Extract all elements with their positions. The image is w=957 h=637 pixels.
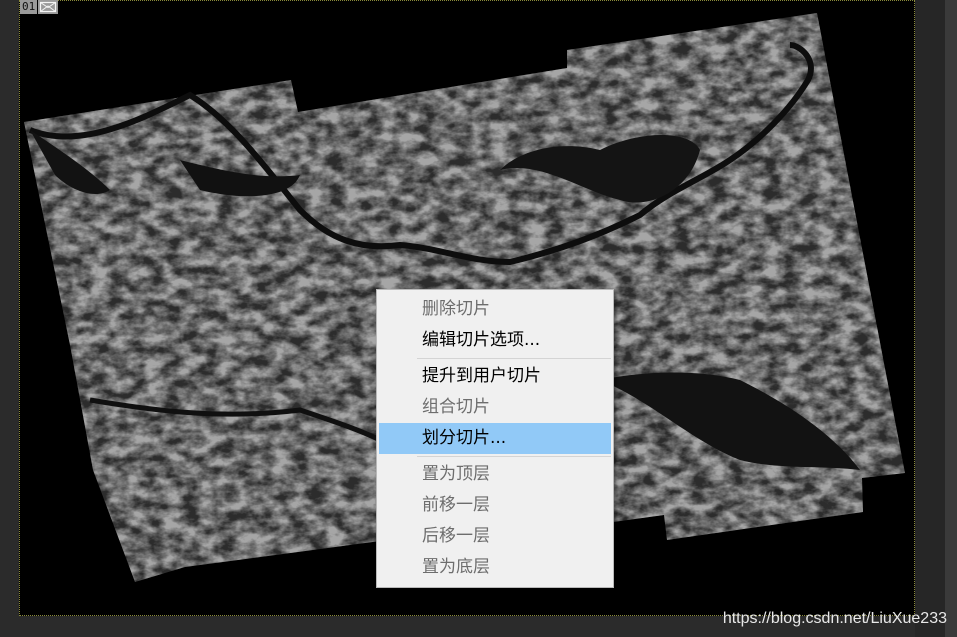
slice-badge[interactable]: 01 bbox=[20, 0, 59, 14]
menu-item[interactable]: 编辑切片选项... bbox=[379, 325, 611, 356]
slice-context-menu: 删除切片编辑切片选项... 提升到用户切片组合切片划分切片... 置为顶层前移一层后… bbox=[376, 289, 614, 588]
menu-item[interactable]: 提升到用户切片 bbox=[379, 361, 611, 392]
menu-item: 置为底层 bbox=[422, 557, 490, 577]
menu-item: 删除切片 bbox=[422, 299, 490, 319]
image-slice-icon bbox=[38, 0, 59, 14]
slice-number: 01 bbox=[20, 0, 38, 14]
menu-item: 后移一层 bbox=[422, 526, 490, 546]
menu-item: 置为顶层 bbox=[422, 464, 490, 484]
menu-item: 前移一层 bbox=[422, 495, 490, 515]
watermark-url: https://blog.csdn.net/LiuXue233 bbox=[722, 610, 947, 627]
menu-separator bbox=[417, 456, 611, 457]
menu-item[interactable]: 划分切片... bbox=[379, 423, 611, 454]
menu-item: 组合切片 bbox=[422, 397, 490, 417]
menu-separator bbox=[417, 358, 611, 359]
